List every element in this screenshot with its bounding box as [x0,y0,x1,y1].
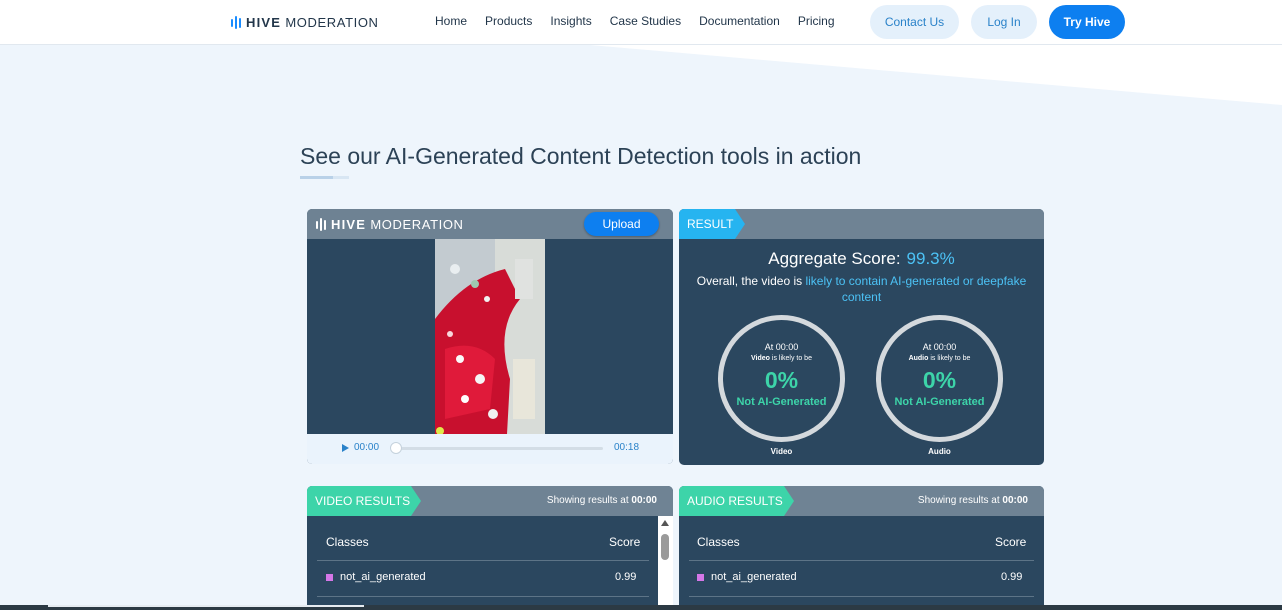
audio-gauge-likely: Audio is likely to be [881,355,998,362]
current-time: 00:00 [354,442,380,453]
audio-gauge-likely-text: is likely to be [928,355,971,362]
browser-bottom-bar [0,605,1282,610]
logo-word-moderation: MODERATION [285,15,379,30]
result-panel: RESULT Aggregate Score: 99.3% Overall, th… [679,209,1044,465]
audio-col-score: Score [995,535,1027,549]
video-showing-time: 00:00 [631,495,657,506]
seek-handle[interactable] [390,442,402,454]
overall-highlight: likely to contain AI-generated or deepfa… [805,274,1027,304]
video-gauge-time: At 00:00 [764,342,799,352]
nav-link-documentation[interactable]: Documentation [699,14,780,28]
panel-logo-word-moderation: MODERATION [370,217,464,232]
audio-gauge-verdict: Not AI-Generated [894,396,985,408]
hive-logo-icon [231,16,241,29]
video-results-panel: VIDEO RESULTS Showing results at 00:00 C… [307,486,673,610]
video-score-gauge: At 00:00 Video is likely to be 0% Not AI… [718,315,845,442]
video-row-class: not_ai_generated [340,571,426,583]
video-preview-panel: HIVE MODERATION Upload 00:00 00:18 [307,209,673,464]
video-thumbnail-image [435,239,545,434]
top-navigation: HIVE MODERATION Home Products Insights C… [0,0,1282,45]
video-gauge-subject: Video [751,355,770,362]
nav-link-products[interactable]: Products [485,14,532,28]
video-gauge-percent: 0% [764,367,799,393]
video-results-scrollbar[interactable] [658,516,673,610]
result-tag: RESULT [679,209,745,239]
video-table-divider [317,560,649,561]
video-table-row-divider [317,596,649,597]
hive-logo-icon [316,218,326,231]
scroll-thumb[interactable] [661,534,669,560]
panel-logo-word-hive: HIVE [331,217,367,232]
nav-link-case-studies[interactable]: Case Studies [610,14,681,28]
section-heading: See our AI-Generated Content Detection t… [300,143,862,169]
video-col-score: Score [609,535,641,549]
background-diagonal-shape [590,45,1282,105]
video-results-showing: Showing results at 00:00 [547,495,657,506]
video-col-classes: Classes [326,535,369,549]
audio-results-tag: AUDIO RESULTS [679,486,794,516]
audio-results-panel: AUDIO RESULTS Showing results at 00:00 C… [679,486,1044,610]
overall-prefix: Overall, the video is [696,274,806,288]
aggregate-label: Aggregate Score: [768,249,901,268]
audio-col-classes: Classes [697,535,740,549]
audio-gauge-caption: Audio [928,447,951,456]
audio-row-score: 0.99 [1001,571,1023,583]
seek-bar[interactable] [395,447,603,450]
aggregate-score: Aggregate Score: 99.3% [679,249,1044,269]
video-gauge-caption: Video [770,447,793,456]
video-row-score: 0.99 [615,571,637,583]
video-gauge-likely: Video is likely to be [723,355,840,362]
try-hive-button[interactable]: Try Hive [1049,5,1125,39]
upload-button[interactable]: Upload [584,212,659,236]
audio-gauge-percent: 0% [922,367,957,393]
hive-moderation-logo[interactable]: HIVE MODERATION [231,15,379,30]
scroll-up-icon[interactable] [661,520,669,526]
class-color-swatch [697,573,704,581]
video-results-tag: VIDEO RESULTS [307,486,421,516]
class-color-swatch [326,573,333,581]
video-player-controls: 00:00 00:18 [307,434,673,464]
video-gauge-likely-text: is likely to be [769,355,812,362]
audio-showing-time: 00:00 [1002,495,1028,506]
play-icon[interactable] [342,444,349,452]
horizontal-scrollbar[interactable] [48,605,364,607]
contact-us-button[interactable]: Contact Us [870,5,959,39]
video-showing-prefix: Showing results at [546,495,632,506]
nav-links: Home Products Insights Case Studies Docu… [435,14,853,28]
table-row: not_ai_generated [697,571,797,583]
heading-underline [300,176,349,179]
table-row: not_ai_generated [326,571,426,583]
audio-row-class: not_ai_generated [711,571,797,583]
audio-results-showing: Showing results at 00:00 [918,495,1028,506]
nav-link-pricing[interactable]: Pricing [798,14,835,28]
panel-hive-moderation-logo: HIVE MODERATION [316,217,464,232]
logo-word-hive: HIVE [246,15,282,30]
audio-gauge-subject: Audio [908,355,929,362]
overall-verdict: Overall, the video is likely to contain … [691,273,1032,305]
audio-gauge-time: At 00:00 [922,342,957,352]
duration: 00:18 [614,442,640,453]
audio-score-gauge: At 00:00 Audio is likely to be 0% Not AI… [876,315,1003,442]
audio-showing-prefix: Showing results at [917,495,1003,506]
aggregate-value: 99.3% [906,249,955,268]
nav-link-insights[interactable]: Insights [550,14,591,28]
nav-link-home[interactable]: Home [435,14,467,28]
video-frame[interactable] [435,239,545,434]
log-in-button[interactable]: Log In [971,5,1037,39]
video-gauge-verdict: Not AI-Generated [736,396,827,408]
audio-table-divider [689,560,1034,561]
audio-table-row-divider [689,596,1034,597]
